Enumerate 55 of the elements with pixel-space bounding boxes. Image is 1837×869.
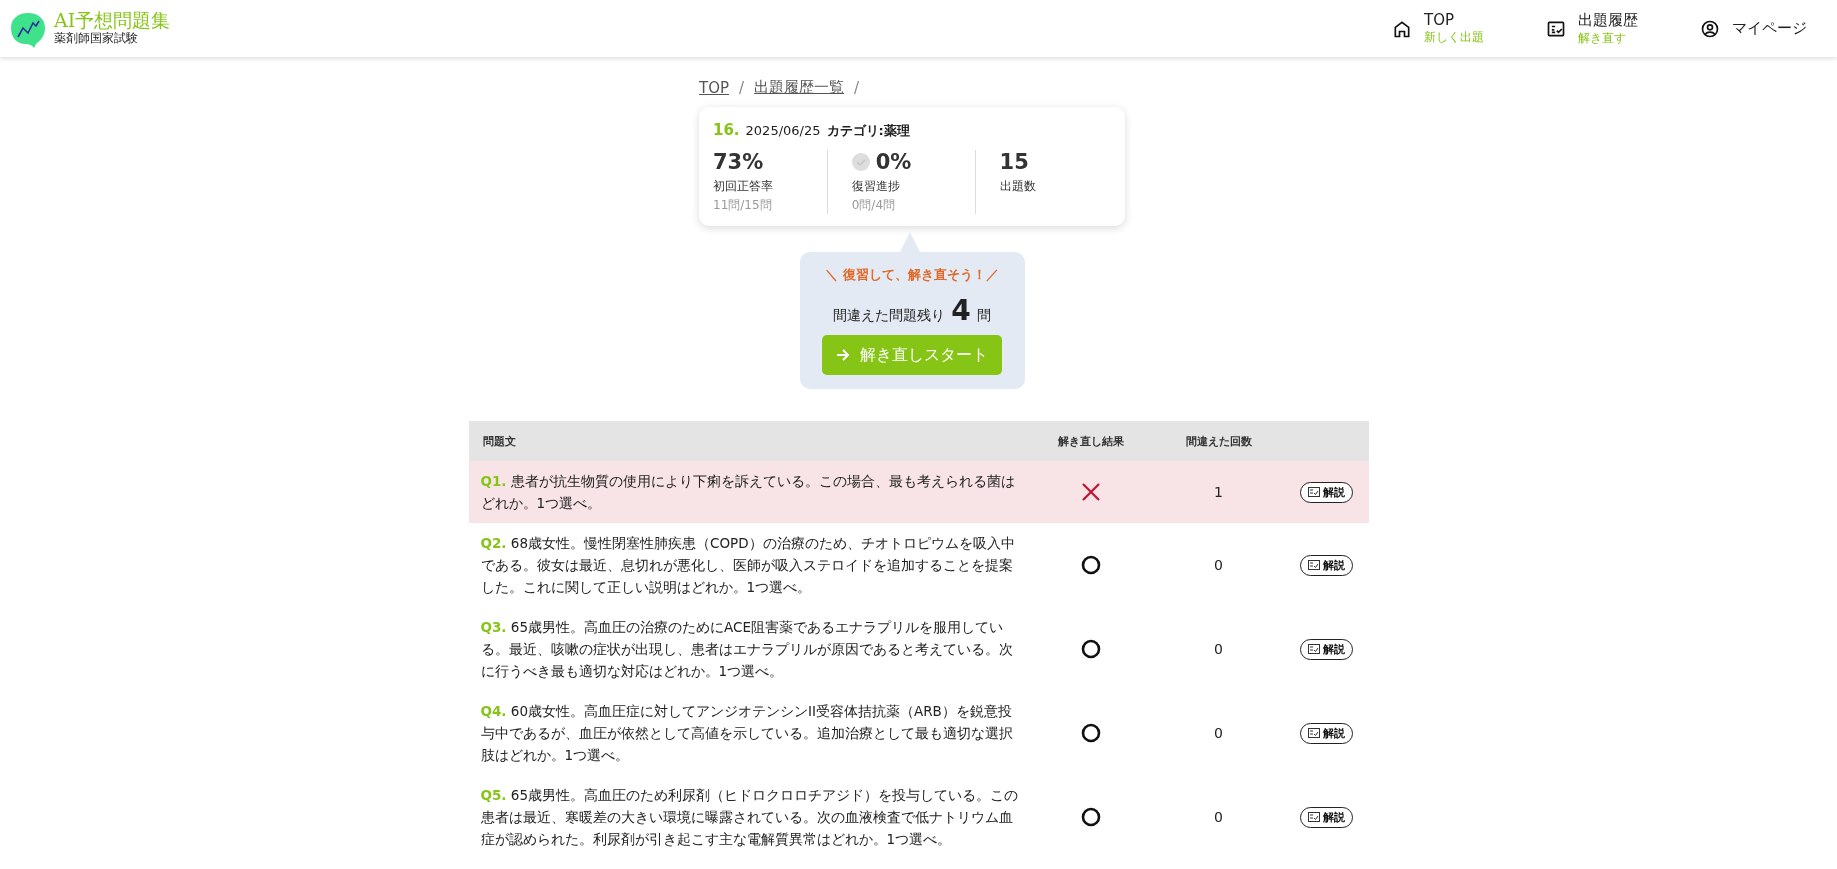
question-text: Q2. 68歳女性。慢性閉塞性肺疾患（COPD）の治療のため、チオトロピウムを吸入中である。彼女は最近、息切れが悪化し、医師が吸入ステロイドを追加することを提案した。これに関して正しい説明はどれか。1つ選べ。	[479, 534, 1016, 597]
logo-subtitle: 薬剤師国家試験	[54, 30, 139, 48]
circle-icon	[1081, 723, 1101, 743]
stat-value: 0%	[875, 150, 912, 174]
column-header: 間違えた回数	[1185, 434, 1252, 448]
stat-label: 初回正答率	[713, 178, 774, 195]
history-number: 16.	[713, 121, 740, 139]
checklist-icon	[1307, 644, 1320, 654]
circle-icon	[1081, 555, 1101, 575]
explanation-button[interactable]: 解説	[1299, 481, 1353, 503]
checklist-icon	[1307, 487, 1320, 497]
explanation-button[interactable]: 解説	[1299, 806, 1353, 828]
remaining-count: 4	[951, 294, 971, 327]
logo-title: AI予想問題集	[54, 9, 171, 31]
checklist-icon	[1307, 812, 1320, 822]
user-icon	[1700, 18, 1720, 39]
retry-slogan: ＼ 復習して、解き直そう！／	[825, 266, 999, 284]
explanation-button[interactable]: 解説	[1299, 554, 1353, 576]
arrow-icon	[836, 348, 850, 362]
question-text: Q4. 60歳女性。高血圧症に対してアンジオテンシンII受容体拮抗薬（ARB）を鋭意投与中であるが、血圧が依然として高値を示している。追加治療として最も適切な選択肢はどれか。1つ選べ。	[479, 702, 1014, 765]
nav-link[interactable]: 出題履歴 解き直す	[1546, 10, 1638, 47]
remaining-unit: 問	[976, 307, 991, 325]
mistake-count: 0	[1213, 809, 1224, 825]
mistake-count: 1	[1213, 484, 1224, 500]
explanation-button[interactable]: 解説	[1299, 722, 1353, 744]
stat-detail: 11問/15問	[713, 197, 773, 214]
nav-link[interactable]: TOP 新しく出題	[1392, 11, 1484, 46]
category-label: カテゴリ:薬理	[826, 122, 910, 140]
explanation-button[interactable]: 解説	[1299, 638, 1353, 660]
stat-label: 出題数	[999, 178, 1037, 195]
checklist-icon	[1307, 728, 1320, 738]
history-date: 2025/06/25	[745, 123, 821, 138]
mistake-count: 0	[1213, 641, 1224, 657]
stat-value: 15	[999, 150, 1029, 174]
stat-label: 復習進捗	[851, 178, 901, 195]
circle-icon	[1081, 807, 1101, 827]
breadcrumb-separator: /	[854, 78, 860, 97]
mistake-count: 0	[1213, 557, 1224, 573]
column-header: 解き直し結果	[1058, 434, 1124, 448]
question-text: Q1. 患者が抗生物質の使用により下痢を訴えている。この場合、最も考えられる菌はどれか。1つ選べ。	[479, 472, 1016, 513]
check-icon	[851, 153, 870, 171]
circle-icon	[1081, 639, 1101, 659]
breadcrumb-link[interactable]: 出題履歴一覧	[754, 78, 845, 97]
question-text: Q5. 65歳男性。高血圧のため利尿剤（ヒドロクロロチアジド）を投与している。この患者は最近、寒暖差の大きい環境に曝露されている。次の血液検査で低ナトリウム血症が認められた。利尿剤が引き起こす主な電解質異常はどれか。1つ選べ。	[479, 786, 1019, 849]
column-header: 問題文	[482, 434, 516, 448]
breadcrumb-separator: /	[739, 78, 745, 97]
mistake-count: 0	[1213, 725, 1224, 741]
remaining-label: 間違えた問題残り	[833, 307, 946, 325]
breadcrumb-link[interactable]: TOP	[699, 78, 729, 97]
cross-icon	[1081, 482, 1101, 502]
question-text: Q3. 65歳男性。高血圧の治療のためにACE阻害薬であるエナラプリルを服用している。最近、咳嗽の症状が出現し、患者はエナラプリルが原因であると考えている。次に行うべき最も適切な対応はどれか。1つ選べ。	[479, 618, 1014, 681]
checklist-icon	[1307, 560, 1320, 570]
stat-value: 73%	[713, 150, 764, 174]
nav-link[interactable]: マイページ	[1700, 18, 1807, 39]
stat-detail: 0問/4問	[851, 197, 896, 214]
